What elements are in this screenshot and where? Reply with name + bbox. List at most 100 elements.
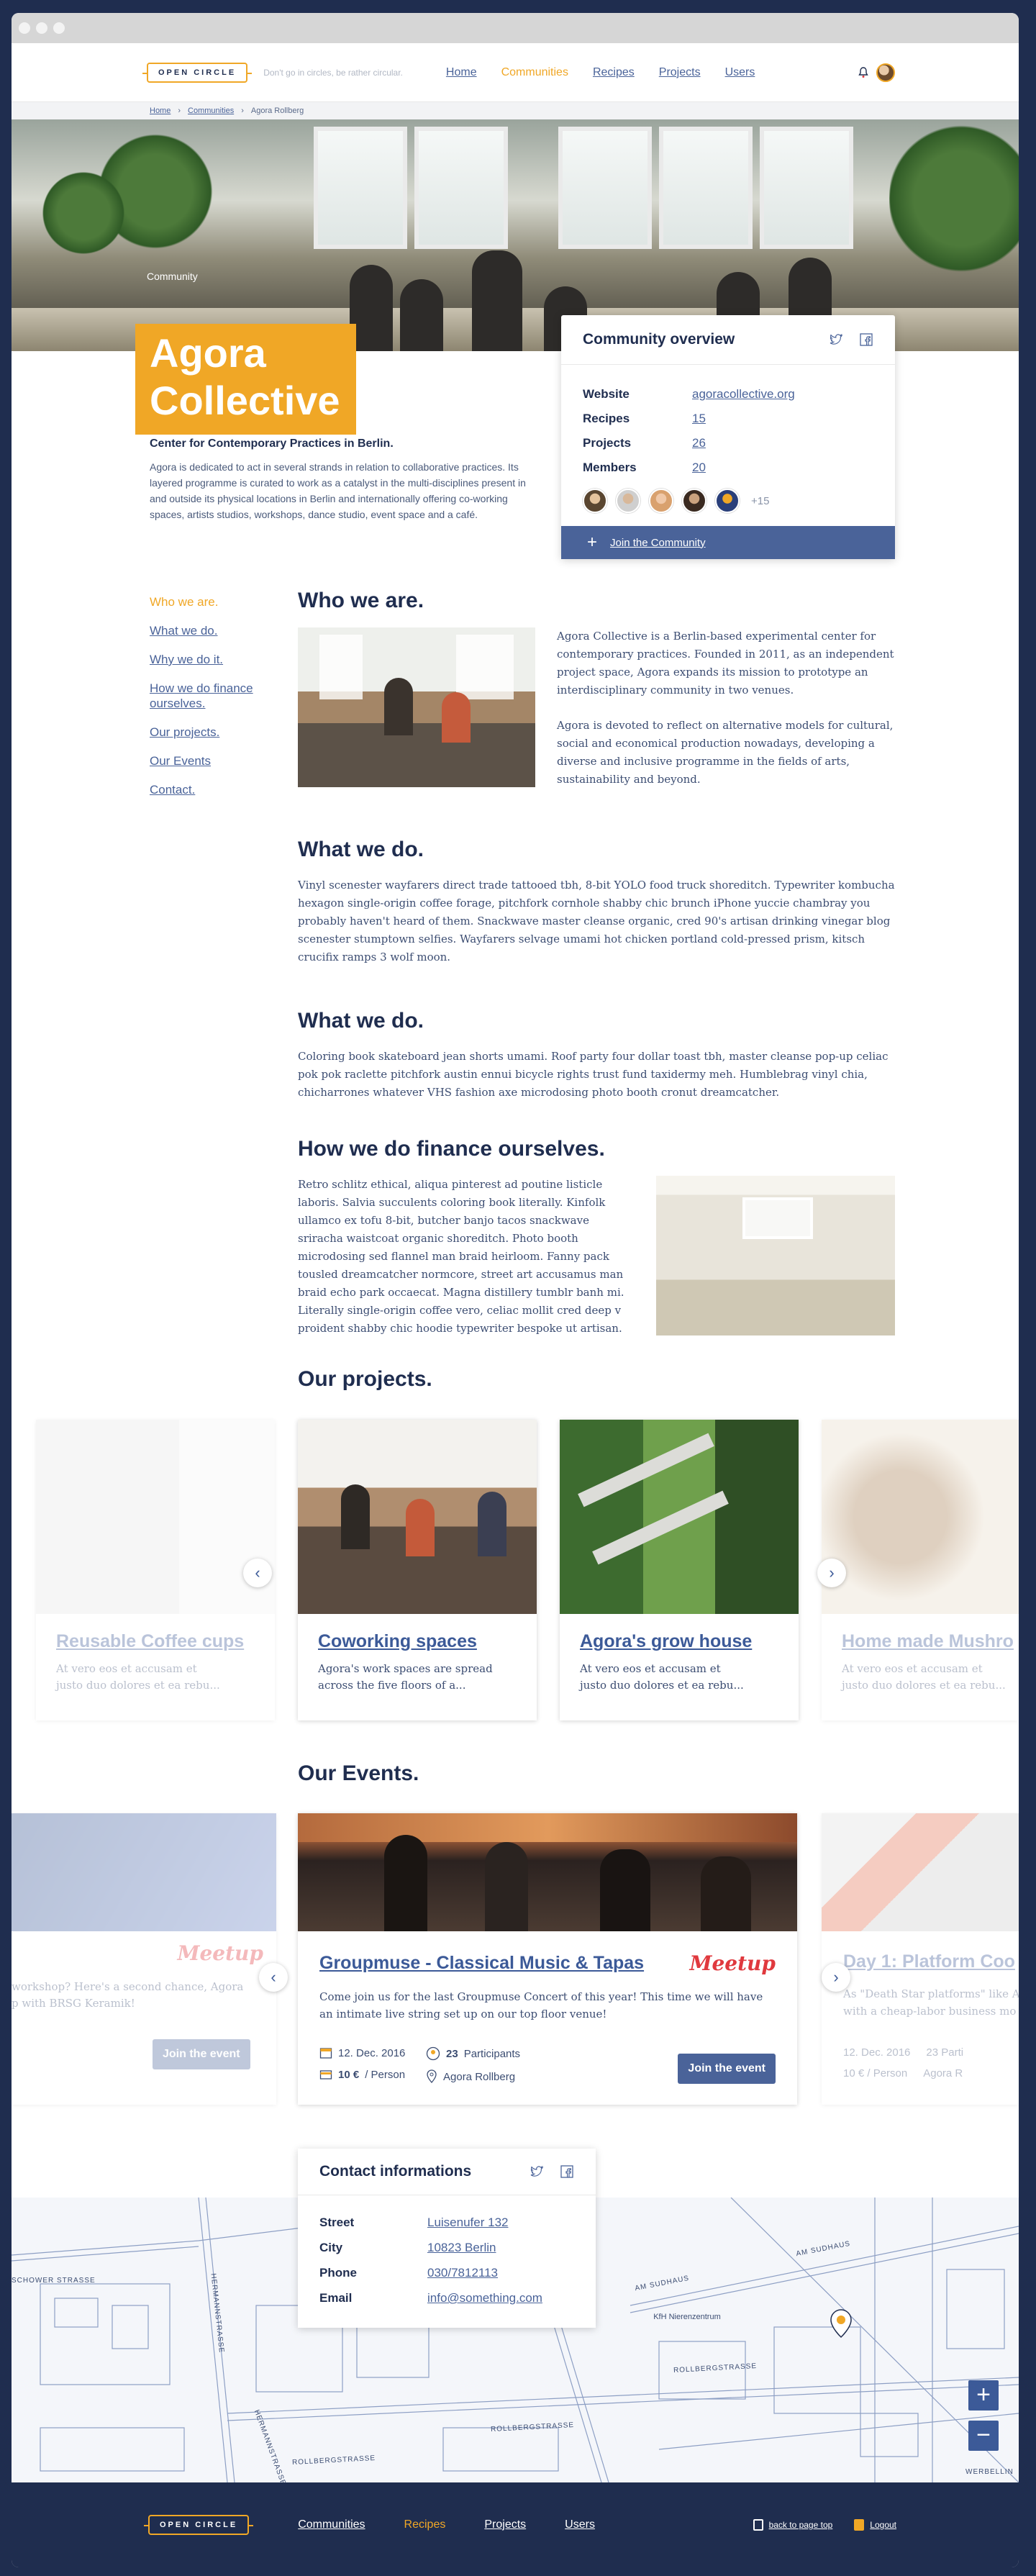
projects-count-link[interactable]: 26	[692, 431, 706, 455]
who-paragraph-1: Agora Collective is a Berlin-based exper…	[557, 630, 894, 697]
event-title[interactable]: Day 1: Platform Coo	[843, 1951, 1015, 1972]
event-location-text: Agora Rollberg	[443, 2070, 516, 2083]
event-card[interactable]: Day 1: Platform Coo As "Death Star platf…	[822, 1813, 1019, 2105]
share-icons	[829, 332, 873, 347]
event-desc: Come join us for the last Groupmuse Conc…	[319, 1990, 763, 2021]
join-community-button[interactable]: + Join the Community	[561, 526, 895, 559]
footer-nav-communities[interactable]: Communities	[298, 2518, 365, 2531]
event-card[interactable]: Groupmuse - Classical Music & Tapas Meet…	[298, 1813, 797, 2105]
nav-projects[interactable]: Projects	[659, 66, 701, 79]
street-link[interactable]: Luisenufer 132	[427, 2210, 508, 2235]
more-members-count[interactable]: +15	[751, 495, 769, 507]
back-to-top-label: back to page top	[768, 2520, 833, 2530]
facebook-icon[interactable]	[560, 2164, 574, 2179]
section-nav: Who we are. What we do. Why we do it. Ho…	[150, 594, 279, 811]
project-title[interactable]: Reusable Coffee cups	[56, 1631, 255, 1652]
map-pin-icon[interactable]	[824, 2307, 858, 2340]
back-to-top-link[interactable]: back to page top	[753, 2519, 833, 2531]
section-title: How we do finance ourselves.	[298, 1137, 605, 1161]
carousel-prev-arrow[interactable]: ‹	[243, 1559, 272, 1587]
website-link[interactable]: agoracollective.org	[692, 382, 795, 407]
member-avatar[interactable]	[682, 489, 706, 513]
project-title[interactable]: Home made Mushro	[842, 1631, 1014, 1652]
event-title[interactable]: Groupmuse - Classical Music & Tapas	[319, 1953, 644, 1974]
footer-logo[interactable]: OPEN CIRCLE	[143, 2515, 254, 2535]
section-nav-contact[interactable]: Contact.	[150, 782, 279, 797]
project-card[interactable]: Agora's grow house At vero eos et accusa…	[560, 1420, 799, 1720]
twitter-icon[interactable]	[530, 2164, 544, 2179]
footer-nav-users[interactable]: Users	[565, 2518, 595, 2531]
city-link[interactable]: 10823 Berlin	[427, 2235, 496, 2260]
row-label: Street	[319, 2216, 355, 2229]
section-nav-what[interactable]: What we do.	[150, 623, 279, 638]
breadcrumb-home[interactable]: Home	[150, 106, 171, 115]
nav-users[interactable]: Users	[725, 66, 755, 79]
nav-home[interactable]: Home	[446, 66, 477, 79]
carousel-next-arrow[interactable]: ›	[817, 1559, 846, 1587]
breadcrumb-communities[interactable]: Communities	[188, 106, 234, 115]
row-label: Members	[583, 461, 637, 474]
logout-link[interactable]: Logout	[854, 2519, 896, 2531]
project-desc: At vero eos et accusam et justo duo dolor…	[842, 1662, 1006, 1692]
map-zoom-in-button[interactable]: +	[968, 2380, 999, 2411]
join-event-button[interactable]: Join the event	[678, 2054, 776, 2084]
section-nav-projects[interactable]: Our projects.	[150, 725, 279, 740]
recipes-count-link[interactable]: 15	[692, 407, 706, 431]
section-finance: How we do finance ourselves. Retro schli…	[298, 1137, 895, 1338]
project-title[interactable]: Agora's grow house	[580, 1631, 778, 1652]
join-event-button[interactable]: Join the event	[153, 2039, 250, 2069]
plus-icon: +	[587, 532, 598, 552]
contact-row-street: Street Luisenufer 132	[319, 2210, 574, 2235]
project-card[interactable]: Coworking spaces Agora's work spaces are…	[298, 1420, 537, 1720]
event-date: 12. Dec. 2016	[319, 2046, 405, 2059]
project-card[interactable]: Home made Mushro At vero eos et accusam …	[822, 1420, 1019, 1720]
section-nav-why[interactable]: Why we do it.	[150, 652, 279, 667]
nav-recipes[interactable]: Recipes	[593, 66, 635, 79]
section-nav-finance[interactable]: How we do finance ourselves.	[150, 681, 279, 711]
hero-window-decor	[558, 127, 652, 249]
window-close-button[interactable]	[19, 22, 30, 34]
map-zoom-out-button[interactable]: −	[968, 2421, 999, 2451]
event-card[interactable]: Meetup workshop? Here's a second chance,…	[12, 1813, 276, 2105]
calendar-icon	[319, 2048, 332, 2059]
footer-nav-recipes[interactable]: Recipes	[404, 2518, 446, 2531]
events-next-arrow[interactable]: ›	[822, 1963, 850, 1992]
project-title[interactable]: Coworking spaces	[318, 1631, 517, 1652]
section-nav-events[interactable]: Our Events	[150, 753, 279, 768]
member-avatar[interactable]	[583, 489, 607, 513]
window-minimize-button[interactable]	[36, 22, 47, 34]
hero-plant	[40, 163, 127, 263]
hero-person	[400, 279, 443, 351]
nav-communities[interactable]: Communities	[501, 66, 568, 79]
finance-text: Retro schlitz ethical, aliqua pinterest …	[298, 1178, 624, 1335]
email-link[interactable]: info@something.com	[427, 2285, 542, 2310]
project-desc: At vero eos et accusam et justo duo dolor…	[56, 1662, 220, 1692]
section-nav-who[interactable]: Who we are.	[150, 594, 279, 609]
bell-icon[interactable]	[858, 66, 869, 78]
row-label: City	[319, 2241, 343, 2254]
contact-row-email: Email info@something.com	[319, 2285, 574, 2310]
footer-utilities: back to page top Logout	[753, 2519, 896, 2531]
back-to-top-icon	[753, 2519, 763, 2531]
twitter-icon[interactable]	[829, 332, 843, 347]
site-logo[interactable]: OPEN CIRCLE	[142, 62, 253, 83]
phone-link[interactable]: 030/7812113	[427, 2260, 498, 2285]
user-avatar[interactable]	[876, 63, 895, 82]
hero-window-decor	[659, 127, 753, 249]
street-label: WERBELLIN	[965, 2468, 1014, 2476]
contact-card: Contact informations Street Luisenufer 13…	[298, 2149, 596, 2328]
footer-nav-projects[interactable]: Projects	[484, 2518, 526, 2531]
members-count-link[interactable]: 20	[692, 455, 706, 480]
events-prev-arrow[interactable]: ‹	[259, 1963, 288, 1992]
hero-window-decor	[414, 127, 508, 249]
facebook-icon[interactable]	[859, 332, 873, 347]
event-price-text: 10 € / Person	[843, 2067, 908, 2080]
window-maximize-button[interactable]	[53, 22, 65, 34]
window-titlebar	[12, 13, 1019, 43]
member-avatar[interactable]	[649, 489, 673, 513]
overview-row-projects: Projects 26	[583, 431, 873, 455]
project-card[interactable]: Reusable Coffee cups At vero eos et accu…	[36, 1420, 275, 1720]
section-title: What we do.	[298, 1009, 424, 1033]
member-avatar[interactable]	[616, 489, 640, 513]
member-avatar[interactable]	[715, 489, 740, 513]
